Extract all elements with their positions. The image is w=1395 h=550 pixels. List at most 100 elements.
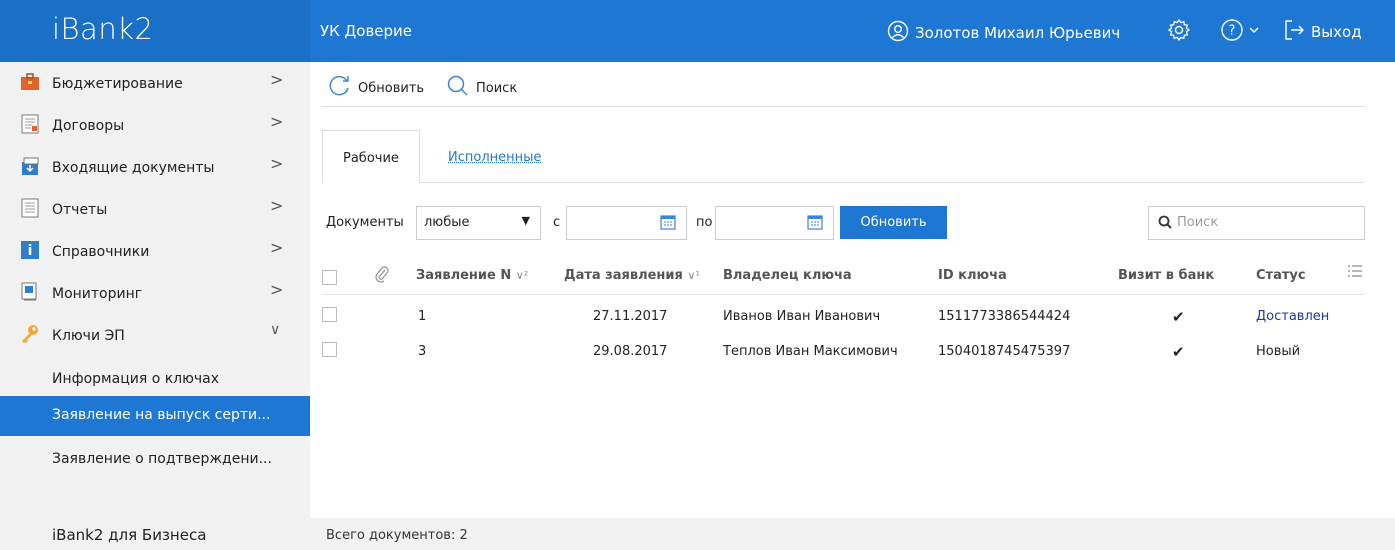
tabs: Рабочие Исполненные [322, 130, 1365, 183]
table-header-divider [322, 294, 1365, 295]
cell-number: 3 [418, 344, 427, 359]
sidebar-item-label: Договоры [52, 118, 125, 134]
settings-button[interactable] [1167, 18, 1191, 46]
calendar-icon[interactable] [660, 214, 676, 234]
organization-name[interactable]: УК Доверие [320, 22, 412, 40]
chevron-right-icon: > [270, 154, 284, 173]
column-header-date[interactable]: Дата заявления ∨¹ [564, 268, 700, 283]
search-icon [1158, 215, 1172, 233]
sidebar-item-monitoring[interactable]: Мониторинг > [0, 274, 310, 316]
sidebar-item-label: Ключи ЭП [52, 328, 125, 344]
cell-owner: Иванов Иван Иванович [723, 309, 881, 324]
chevron-down-icon: ∨ [270, 322, 281, 338]
report-icon [20, 198, 40, 218]
search-placeholder: Поиск [1177, 215, 1219, 230]
tab-completed[interactable]: Исполненные [428, 130, 561, 181]
row-checkbox[interactable] [322, 307, 337, 322]
dropdown-arrow-icon: ▼ [521, 214, 530, 227]
chevron-right-icon: > [270, 112, 284, 131]
cell-owner: Теплов Иван Максимович [723, 344, 898, 359]
column-header-visit[interactable]: Визит в банк [1118, 268, 1214, 283]
column-header-label: Заявление N [416, 268, 512, 283]
docs-type-select[interactable]: любые ▼ [416, 206, 541, 240]
cell-key-id: 1511773386544424 [938, 309, 1071, 324]
cell-date: 29.08.2017 [593, 344, 668, 359]
column-header-status[interactable]: Статус [1256, 268, 1306, 283]
chevron-right-icon: > [270, 70, 284, 89]
search-button[interactable]: Поиск [446, 74, 517, 102]
refresh-label: Обновить [358, 80, 425, 96]
logout-label: Выход [1311, 23, 1362, 41]
footer: iBank2 для Бизнеса Всего документов: 2 [0, 518, 1395, 550]
logout-icon [1283, 18, 1305, 46]
docs-type-value: любые [424, 215, 470, 230]
date-from-input[interactable] [566, 206, 687, 240]
sidebar-item-label: Отчеты [52, 202, 108, 218]
help-icon: ? [1220, 18, 1244, 46]
help-menu[interactable]: ? [1220, 18, 1260, 46]
row-checkbox[interactable] [322, 342, 337, 357]
sidebar-item-label: Входящие документы [52, 160, 215, 176]
sidebar-item-directories[interactable]: i Справочники > [0, 232, 310, 274]
sidebar-subitem-label: Заявление на выпуск серти... [52, 407, 271, 423]
sidebar-item-contracts[interactable]: Договоры > [0, 106, 310, 148]
sort-indicator: ∨² [515, 269, 529, 282]
footer-brand: iBank2 для Бизнеса [52, 526, 207, 544]
sidebar-subitem-label: Информация о ключах [52, 371, 220, 387]
cell-key-id: 1504018745475397 [938, 344, 1071, 359]
svg-text:?: ? [1229, 24, 1236, 39]
briefcase-icon [20, 72, 40, 92]
column-header-label: Дата заявления [564, 268, 683, 283]
logo[interactable]: iBank2 [0, 0, 310, 62]
sidebar-item-budgeting[interactable]: Бюджетирование > [0, 64, 310, 106]
refresh-button[interactable]: Обновить [328, 74, 424, 102]
filter-refresh-button[interactable]: Обновить [840, 206, 947, 239]
calendar-icon[interactable] [807, 214, 823, 234]
toolbar: Обновить Поиск [322, 62, 1365, 107]
tab-working[interactable]: Рабочие [322, 130, 420, 183]
sidebar-item-keys[interactable]: Ключи ЭП ∨ [0, 316, 310, 358]
inbox-icon [20, 156, 40, 176]
document-count: Всего документов: 2 [326, 528, 468, 543]
column-settings-icon[interactable] [1347, 264, 1363, 282]
sort-indicator: ∨¹ [687, 269, 700, 282]
sidebar: Бюджетирование > Договоры > Входящие док… [0, 62, 310, 518]
sidebar-subitem-cert-application[interactable]: Заявление на выпуск серти... [0, 396, 310, 436]
check-icon: ✔ [1172, 343, 1185, 361]
sidebar-item-label: Справочники [52, 244, 150, 260]
search-label: Поиск [476, 80, 518, 96]
chevron-right-icon: > [270, 280, 284, 299]
date-from-label: с [553, 215, 561, 230]
date-to-label: по [696, 215, 713, 230]
column-header-key-id[interactable]: ID ключа [938, 268, 1007, 283]
search-input[interactable]: Поиск [1148, 206, 1365, 240]
logout-button[interactable]: Выход [1283, 18, 1362, 46]
user-name: Золотов Михаил Юрьевич [915, 24, 1121, 42]
sidebar-item-incoming[interactable]: Входящие документы > [0, 148, 310, 190]
select-all-checkbox[interactable] [322, 270, 337, 285]
column-header-number[interactable]: Заявление N ∨² [416, 268, 528, 283]
user-icon [887, 20, 909, 46]
cell-date: 27.11.2017 [593, 309, 668, 324]
contract-icon [20, 114, 40, 134]
sidebar-item-reports[interactable]: Отчеты > [0, 190, 310, 232]
sidebar-subitem-confirmation[interactable]: Заявление о подтверждени... [0, 440, 310, 480]
search-icon [446, 74, 470, 102]
column-header-owner[interactable]: Владелец ключа [723, 268, 852, 283]
cell-status: Новый [1256, 344, 1301, 359]
sidebar-subitem-key-info[interactable]: Информация о ключах [0, 360, 310, 400]
svg-text:i: i [28, 243, 33, 259]
chevron-down-icon [1248, 24, 1260, 40]
key-icon [20, 324, 40, 344]
attachment-icon [375, 265, 389, 287]
docs-filter-label: Документы [326, 215, 404, 230]
check-icon: ✔ [1172, 308, 1185, 326]
user-menu[interactable]: Золотов Михаил Юрьевич [887, 20, 1120, 46]
date-to-input[interactable] [715, 206, 834, 240]
cell-number: 1 [418, 309, 427, 324]
refresh-icon [328, 74, 352, 102]
info-icon: i [20, 240, 40, 260]
monitor-icon [20, 282, 40, 302]
cell-status-link[interactable]: Доставлен [1256, 309, 1329, 324]
top-bar: iBank2 УК Доверие Золотов Михаил Юрьевич… [0, 0, 1395, 62]
